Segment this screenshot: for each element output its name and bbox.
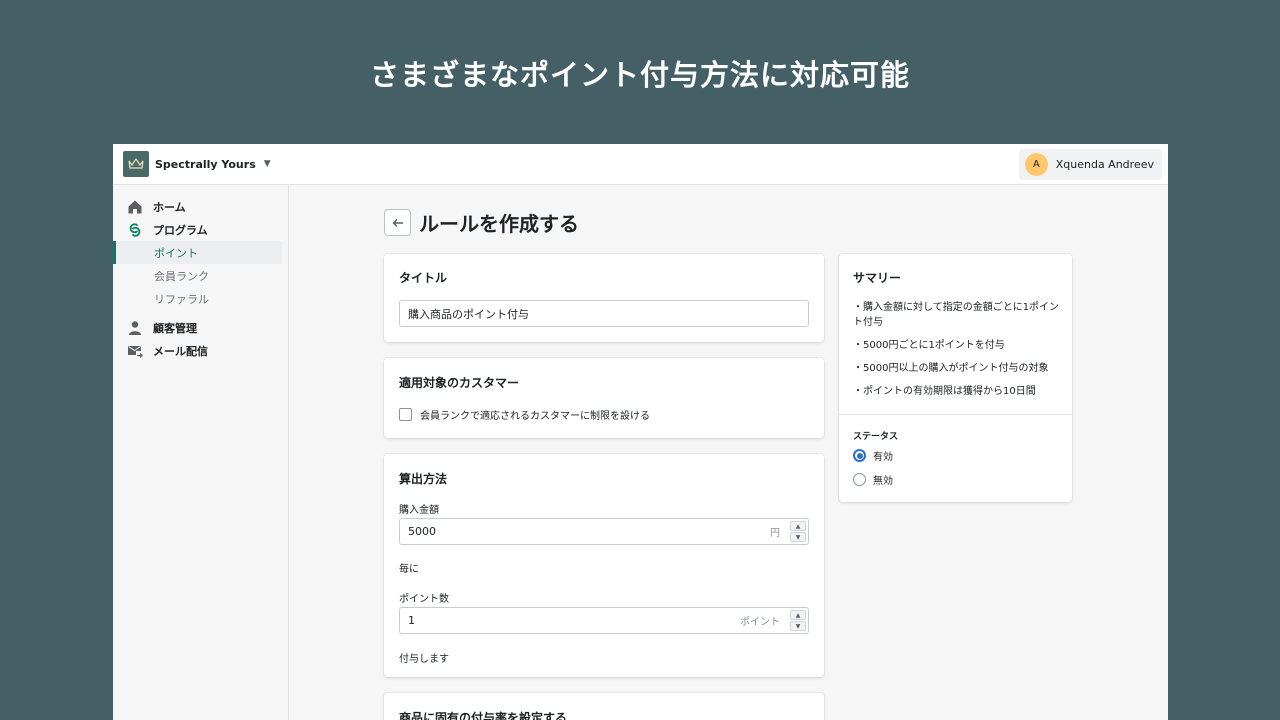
sidebar-item-label: ホーム (153, 200, 186, 214)
status-option-label: 有効 (873, 452, 893, 463)
title-card: タイトル 購入商品のポイント付与 (384, 254, 824, 342)
status-inactive-radio[interactable] (853, 473, 866, 486)
product-rate-card: 商品に固有の付与率を設定する (384, 693, 824, 720)
grant-text: 付与します (399, 654, 449, 665)
card-heading: サマリー (853, 271, 902, 285)
rank-limit-label: 会員ランクで適応されるカスタマーに制限を設ける (420, 411, 650, 422)
sidebar-item-points[interactable]: ポイント (113, 241, 282, 264)
summary-line: ・ポイントの有効期限は獲得から10日間 (853, 386, 1036, 397)
increment-icon[interactable]: ▲ (790, 610, 806, 620)
rank-limit-checkbox[interactable] (399, 408, 412, 421)
points-input[interactable]: 1 ポイント ▲ ▼ (399, 607, 809, 634)
summary-list: ・購入金額に対して指定の金額ごとに1ポイント付与 ・5000円ごとに1ポイントを… (853, 300, 1061, 399)
page-header: ルールを作成する (384, 208, 579, 237)
sidebar-item-label: プログラム (153, 223, 208, 237)
summary-line: ・購入金額に対して指定の金額ごとに1ポイント付与 (853, 302, 1060, 328)
person-icon (129, 320, 141, 335)
status-option-inactive[interactable]: 無効 (853, 472, 893, 487)
avatar: A (1024, 152, 1048, 176)
points-suffix: ポイント (740, 617, 780, 628)
sidebar-item-customers[interactable]: 顧客管理 (113, 316, 288, 339)
sidebar-item-member-rank[interactable]: 会員ランク (113, 264, 282, 287)
amount-input[interactable]: 5000 円 ▲ ▼ (399, 518, 809, 545)
summary-card: サマリー ・購入金額に対して指定の金額ごとに1ポイント付与 ・5000円ごとに1… (839, 254, 1072, 502)
summary-line: ・5000円ごとに1ポイントを付与 (853, 340, 1005, 351)
status-option-active[interactable]: 有効 (853, 448, 893, 463)
store-logo-icon (123, 151, 149, 177)
sidebar: ホーム プログラム ポイント 会員ランク リファラル 顧客管理 メール配信 (113, 185, 289, 720)
store-name: Spectrally Yours (155, 157, 256, 171)
points-stepper[interactable]: ▲ ▼ (790, 610, 806, 631)
title-input-value: 購入商品のポイント付与 (408, 307, 529, 321)
card-heading: 商品に固有の付与率を設定する (399, 711, 568, 720)
user-menu[interactable]: A Xquenda Andreev (1018, 148, 1162, 180)
customer-card: 適用対象のカスタマー 会員ランクで適応されるカスタマーに制限を設ける (384, 358, 824, 438)
mail-send-icon (128, 345, 143, 358)
store-switcher[interactable]: Spectrally Yours ▼ (123, 151, 271, 177)
status-heading: ステータス (853, 432, 899, 442)
program-icon (129, 222, 141, 237)
increment-icon[interactable]: ▲ (790, 521, 806, 531)
points-label: ポイント数 (399, 594, 449, 605)
user-name: Xquenda Andreev (1055, 157, 1154, 171)
points-value: 1 (408, 614, 415, 627)
arrow-left-icon (392, 218, 403, 227)
home-icon (128, 200, 142, 213)
card-heading: 適用対象のカスタマー (399, 376, 520, 390)
sidebar-item-label: メール配信 (153, 344, 208, 358)
calculation-card: 算出方法 購入金額 5000 円 ▲ ▼ 毎に ポイント数 1 ポイント ▲ ▼… (384, 454, 824, 677)
back-button[interactable] (384, 209, 411, 236)
sidebar-item-program[interactable]: プログラム (113, 218, 288, 241)
amount-value: 5000 (408, 525, 436, 538)
per-text: 毎に (399, 564, 419, 575)
rank-limit-option[interactable]: 会員ランクで適応されるカスタマーに制限を設ける (399, 407, 650, 422)
status-active-radio[interactable] (853, 449, 866, 462)
amount-suffix: 円 (770, 528, 780, 539)
app-window: Spectrally Yours ▼ A Xquenda Andreev ホーム… (113, 144, 1168, 720)
decrement-icon[interactable]: ▼ (790, 532, 806, 542)
summary-line: ・5000円以上の購入がポイント付与の対象 (853, 363, 1049, 374)
chevron-down-icon: ▼ (263, 159, 271, 169)
amount-stepper[interactable]: ▲ ▼ (790, 521, 806, 542)
sidebar-item-home[interactable]: ホーム (113, 195, 288, 218)
card-heading: タイトル (399, 271, 448, 285)
divider (839, 414, 1072, 415)
title-input[interactable]: 購入商品のポイント付与 (399, 300, 809, 327)
top-bar: Spectrally Yours ▼ A Xquenda Andreev (113, 144, 1168, 185)
status-option-label: 無効 (873, 476, 893, 487)
card-heading: 算出方法 (399, 472, 448, 486)
amount-label: 購入金額 (399, 505, 439, 516)
page-headline: さまざまなポイント付与方法に対応可能 (369, 58, 910, 92)
sidebar-item-mail[interactable]: メール配信 (113, 339, 288, 362)
sidebar-item-label: 顧客管理 (153, 321, 197, 335)
page-title: ルールを作成する (419, 212, 579, 236)
decrement-icon[interactable]: ▼ (790, 621, 806, 631)
sidebar-item-referral[interactable]: リファラル (113, 287, 282, 310)
